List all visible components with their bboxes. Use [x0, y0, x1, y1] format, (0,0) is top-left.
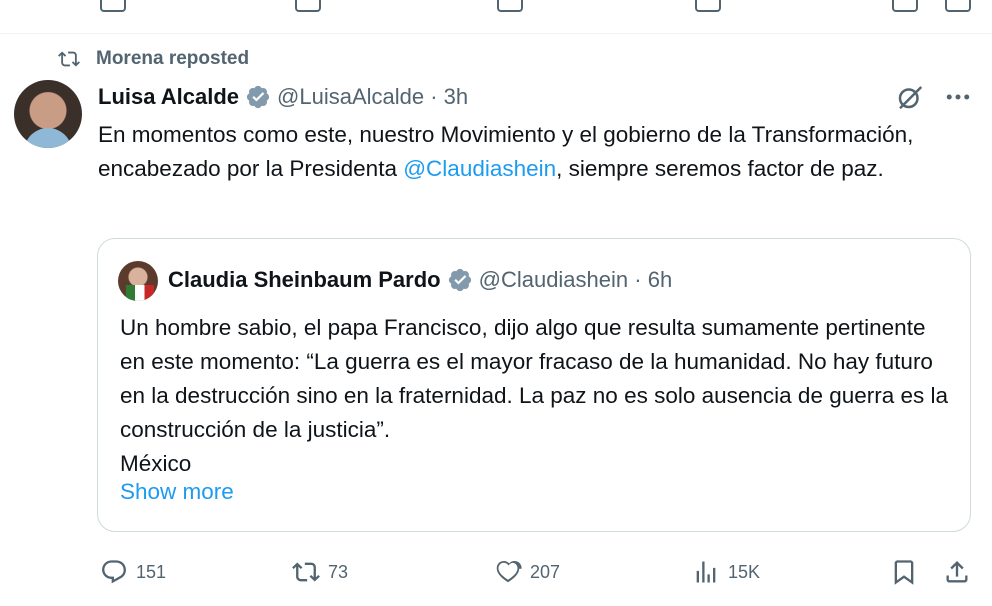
tweet-actions: 151 73 207 15K [0, 556, 992, 588]
quote-header: Claudia Sheinbaum Pardo @Claudiashein · … [168, 265, 672, 295]
bookmark-icon[interactable] [892, 0, 918, 12]
author-handle[interactable]: @LuisaAlcalde [277, 84, 424, 110]
avatar[interactable] [14, 80, 82, 148]
like-button[interactable]: 207 [494, 556, 560, 588]
share-icon[interactable] [945, 0, 971, 12]
tweet-text: En momentos como este, nuestro Movimient… [98, 118, 958, 186]
views-icon[interactable] [695, 0, 721, 12]
reply-icon [102, 560, 126, 584]
quote-author-name[interactable]: Claudia Sheinbaum Pardo [168, 267, 441, 293]
repost-icon [292, 562, 320, 582]
quote-body: Un hombre sabio, el papa Francisco, dijo… [120, 315, 949, 442]
mention-link[interactable]: @Claudiashein [403, 156, 556, 181]
reply-count: 151 [136, 561, 167, 582]
tweet-header: Luisa Alcalde @LuisaAlcalde · 3h [98, 82, 468, 112]
quote-text: Un hombre sabio, el papa Francisco, dijo… [120, 311, 950, 481]
bookmark-button[interactable] [890, 556, 926, 588]
repost-button[interactable]: 73 [292, 556, 348, 588]
heart-icon [496, 561, 522, 583]
repost-count: 73 [328, 561, 349, 582]
heart-icon[interactable] [497, 0, 523, 12]
share-button[interactable] [943, 556, 979, 588]
verified-badge-icon[interactable] [447, 267, 473, 293]
repost-icon[interactable] [295, 0, 321, 12]
repost-banner[interactable]: Morena reposted [56, 46, 249, 72]
reply-button[interactable]: 151 [100, 556, 166, 588]
author-name[interactable]: Luisa Alcalde [98, 84, 239, 110]
repost-icon [58, 51, 80, 67]
show-more-link[interactable]: Show more [120, 479, 234, 505]
quoted-tweet[interactable]: Claudia Sheinbaum Pardo @Claudiashein · … [97, 238, 971, 532]
time-separator: · [424, 84, 444, 109]
share-icon [946, 561, 968, 583]
grok-icon[interactable] [895, 82, 925, 112]
more-icon[interactable] [942, 82, 974, 112]
repost-banner-text: Morena reposted [96, 48, 250, 69]
previous-tweet-actions [0, 0, 992, 14]
quote-time-separator: · [628, 267, 648, 292]
tweet-divider [0, 33, 992, 34]
bookmark-icon [894, 560, 914, 585]
views-count: 15K [728, 561, 761, 582]
verified-badge-icon[interactable] [245, 84, 271, 110]
timestamp[interactable]: 3h [444, 84, 468, 110]
views-icon [696, 561, 716, 583]
quote-timestamp[interactable]: 6h [648, 267, 672, 293]
views-button[interactable]: 15K [692, 556, 760, 588]
like-count: 207 [530, 561, 561, 582]
quote-author-handle[interactable]: @Claudiashein [479, 267, 629, 293]
quote-avatar[interactable] [118, 261, 158, 301]
tweet-text-part2: , siempre seremos factor de paz. [556, 156, 884, 181]
reply-icon[interactable] [100, 0, 126, 12]
quote-location: México [120, 451, 192, 476]
